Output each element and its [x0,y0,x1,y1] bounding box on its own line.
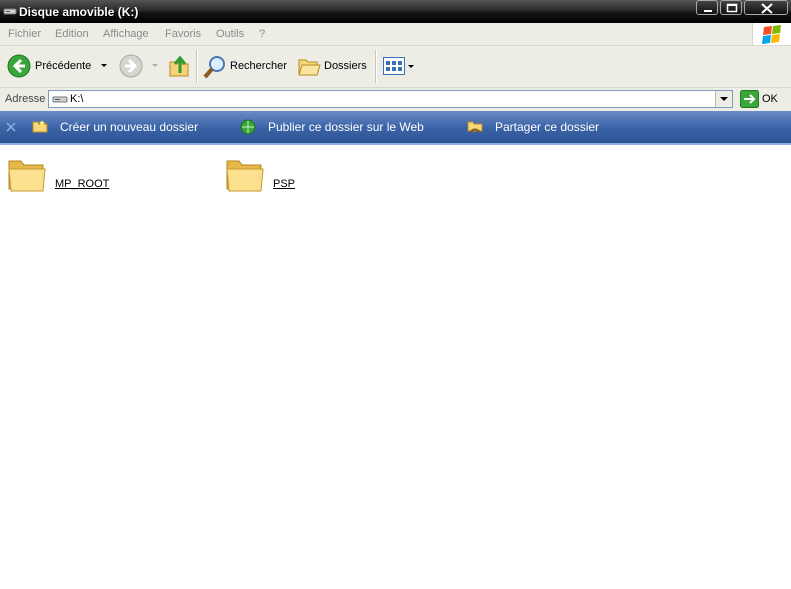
address-label: Adresse [5,93,46,105]
toolbar-separator [375,50,377,83]
folder-name[interactable]: MP_ROOT [55,178,109,190]
menu-edition[interactable]: Edition [55,28,89,40]
removable-drive-icon [3,5,17,20]
address-field[interactable]: K:\ [48,90,733,108]
address-value[interactable]: K:\ [70,93,83,105]
toolbar-separator [196,50,198,83]
forward-arrow-icon[interactable] [119,54,143,81]
toolbar: Précédente Rechercher Dossiers [0,46,791,88]
task-publish-web[interactable]: Publier ce dossier sur le Web [268,120,424,134]
share-folder-icon[interactable] [466,119,484,137]
folder-icon [226,160,264,192]
forward-dropdown-icon[interactable] [151,60,159,72]
menu-favoris[interactable]: Favoris [165,28,201,40]
folders-button-label[interactable]: Dossiers [324,60,367,72]
back-dropdown-icon[interactable] [100,60,108,72]
file-list[interactable]: MP_ROOT PSP [0,145,791,589]
menu-affichage[interactable]: Affichage [103,28,149,40]
go-button-label[interactable]: OK [762,93,778,105]
new-folder-icon[interactable] [32,119,49,137]
menu-outils[interactable]: Outils [216,28,244,40]
folder-item[interactable]: MP_ROOT [7,155,207,199]
windows-flag-icon [762,25,781,44]
task-share-folder[interactable]: Partager ce dossier [495,120,599,134]
menu-bar: Fichier Edition Affichage Favoris Outils… [0,23,791,46]
title-bar[interactable]: Disque amovible (K:) [0,0,791,23]
folder-tasks-bar: Créer un nouveau dossier Publier ce doss… [0,111,791,145]
search-button-label[interactable]: Rechercher [230,60,287,72]
back-arrow-icon[interactable] [7,54,31,81]
folder-item[interactable]: PSP [225,155,425,199]
window-title: Disque amovible (K:) [19,5,139,19]
close-tasks-icon[interactable] [5,121,17,136]
search-icon[interactable] [202,54,228,83]
chevron-down-icon [720,97,728,101]
folders-icon[interactable] [297,55,321,80]
back-button-label[interactable]: Précédente [35,60,91,72]
address-bar: Adresse K:\ OK [0,88,791,111]
removable-drive-icon [52,93,68,108]
menu-help[interactable]: ? [259,28,265,40]
folder-icon [8,160,46,192]
up-folder-icon[interactable] [167,53,191,82]
go-arrow-icon[interactable] [740,90,759,111]
views-icon[interactable] [383,57,405,78]
address-dropdown-button[interactable] [715,91,732,107]
minimize-icon [704,10,712,12]
close-button[interactable] [744,0,788,15]
menu-fichier[interactable]: Fichier [8,28,41,40]
maximize-button[interactable] [720,0,742,15]
windows-logo [752,23,791,45]
views-dropdown-icon[interactable] [407,62,415,74]
maximize-icon [726,3,738,13]
minimize-button[interactable] [696,0,718,15]
task-new-folder[interactable]: Créer un nouveau dossier [60,120,198,134]
folder-name[interactable]: PSP [273,178,295,190]
publish-web-icon[interactable] [239,118,257,139]
close-icon [761,3,773,14]
